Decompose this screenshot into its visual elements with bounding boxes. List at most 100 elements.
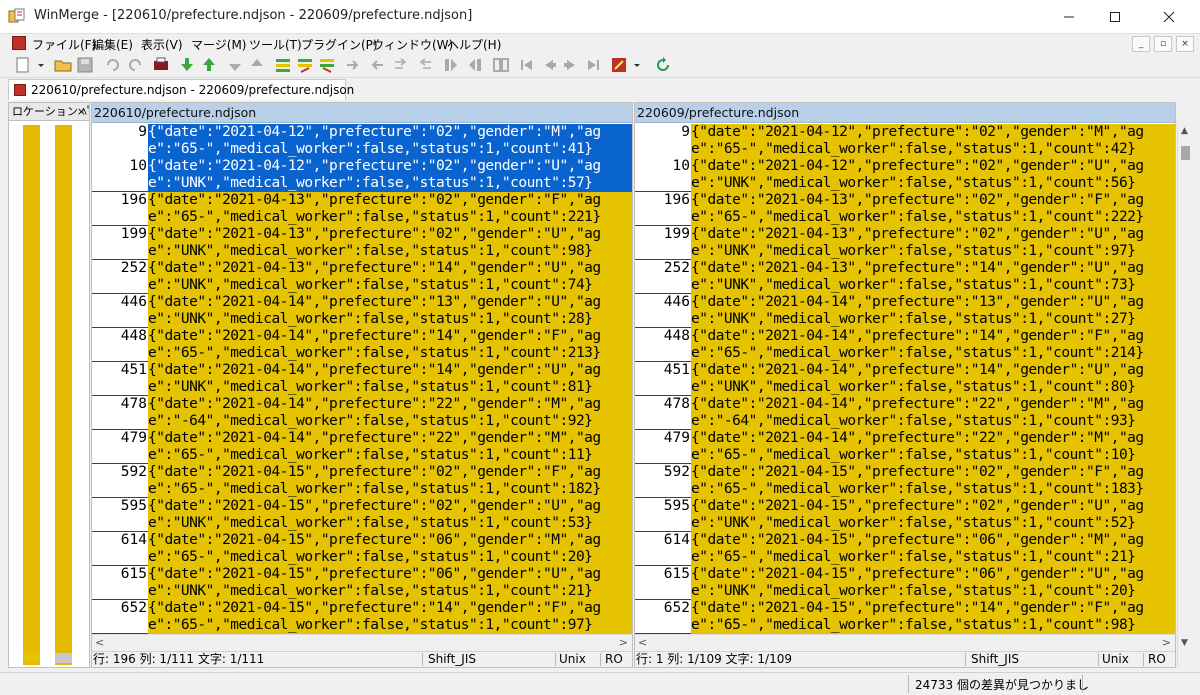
line-text-continuation[interactable]: e":"65-","medical_worker":false,"status"… [148,481,632,498]
diff-line[interactable]: 451 {"date":"2021-04-14","prefecture":"14… [635,362,1175,379]
minimize-button[interactable] [1046,0,1092,34]
scroll-right-arrow-icon[interactable]: > [619,636,628,649]
line-text-continuation[interactable]: e":"65-","medical_worker":false,"status"… [148,617,632,634]
line-text-continuation[interactable]: e":"UNK","medical_worker":false,"status"… [148,311,632,328]
tab-document[interactable]: 220610/prefecture.ndjson - 220609/prefec… [8,79,354,100]
first-icon[interactable] [518,56,536,74]
prev-icon[interactable] [540,56,558,74]
diff-line[interactable]: 592 {"date":"2021-04-15","prefecture":"02… [635,464,1175,481]
scroll-left-arrow-icon[interactable]: < [638,636,647,649]
scroll-left-arrow-icon[interactable]: < [95,636,104,649]
first-diff-icon[interactable] [226,56,244,74]
line-text[interactable]: {"date":"2021-04-15","prefecture":"02","… [691,464,1175,481]
copy-left-icon[interactable] [296,56,314,74]
line-text[interactable]: {"date":"2021-04-15","prefecture":"06","… [148,566,632,583]
line-text[interactable]: {"date":"2021-04-14","prefecture":"14","… [691,362,1175,379]
close-button[interactable] [1138,0,1200,34]
line-text[interactable]: {"date":"2021-04-14","prefecture":"22","… [148,396,632,413]
menu-help[interactable]: ヘルプ(H) [447,36,501,53]
diff-line[interactable]: 478 {"date":"2021-04-14","prefecture":"22… [635,396,1175,413]
menu-window[interactable]: ウィンドウ(W) [372,36,453,53]
mdi-minimize-button[interactable]: _ [1132,36,1150,52]
location-pane[interactable]: ロケーション ﾍﾟｲﾝ × [8,102,90,668]
diff-line-wrap[interactable]: e":"UNK","medical_worker":false,"status"… [92,311,632,328]
line-text-continuation[interactable]: e":"65-","medical_worker":false,"status"… [691,345,1175,362]
line-text-continuation[interactable]: e":"65-","medical_worker":false,"status"… [691,617,1175,634]
line-text-continuation[interactable]: e":"UNK","medical_worker":false,"status"… [148,175,632,192]
diff-line[interactable]: 446 {"date":"2021-04-14","prefecture":"13… [92,294,632,311]
line-text-continuation[interactable]: e":"UNK","medical_worker":false,"status"… [148,243,632,260]
diff-line[interactable]: 451 {"date":"2021-04-14","prefecture":"14… [92,362,632,379]
diff-line[interactable]: 196 {"date":"2021-04-13","prefecture":"02… [92,192,632,209]
line-text-continuation[interactable]: e":"UNK","medical_worker":false,"status"… [148,379,632,396]
line-text[interactable]: {"date":"2021-04-13","prefecture":"02","… [691,192,1175,209]
menu-tools[interactable]: ツール(T) [249,36,302,53]
diff-line-wrap[interactable]: e":"65-","medical_worker":false,"status"… [635,617,1175,634]
all-right-icon[interactable] [442,56,460,74]
last-diff-icon[interactable] [248,56,266,74]
next-icon[interactable] [562,56,580,74]
line-text[interactable]: {"date":"2021-04-12","prefecture":"02","… [148,158,632,175]
line-text-continuation[interactable]: e":"65-","medical_worker":false,"status"… [148,209,632,226]
current-diff-icon[interactable] [274,56,292,74]
menu-edit[interactable]: 編集(E) [92,36,133,53]
diff-line-wrap[interactable]: e":"-64","medical_worker":false,"status"… [92,413,632,430]
copy-right-icon[interactable] [318,56,336,74]
diff-line-wrap[interactable]: e":"65-","medical_worker":false,"status"… [635,345,1175,362]
line-text-continuation[interactable]: e":"UNK","medical_worker":false,"status"… [691,243,1175,260]
menu-plugins[interactable]: プラグイン(P) [301,36,378,53]
line-text[interactable]: {"date":"2021-04-13","prefecture":"14","… [691,260,1175,277]
line-text[interactable]: {"date":"2021-04-15","prefecture":"14","… [691,600,1175,617]
line-text-continuation[interactable]: e":"UNK","medical_worker":false,"status"… [148,515,632,532]
diff-line[interactable]: 614 {"date":"2021-04-15","prefecture":"06… [635,532,1175,549]
diff-line[interactable]: 615 {"date":"2021-04-15","prefecture":"06… [92,566,632,583]
diff-line-wrap[interactable]: e":"65-","medical_worker":false,"status"… [635,447,1175,464]
line-text-continuation[interactable]: e":"UNK","medical_worker":false,"status"… [691,175,1175,192]
diff-line-wrap[interactable]: e":"65-","medical_worker":false,"status"… [92,209,632,226]
mdi-restore-button[interactable]: ▫ [1154,36,1172,52]
line-text[interactable]: {"date":"2021-04-15","prefecture":"14","… [148,600,632,617]
line-text-continuation[interactable]: e":"UNK","medical_worker":false,"status"… [691,311,1175,328]
diff-line-wrap[interactable]: e":"65-","medical_worker":false,"status"… [635,481,1175,498]
maximize-button[interactable] [1092,0,1138,34]
diff-line-wrap[interactable]: e":"UNK","medical_worker":false,"status"… [635,583,1175,600]
merge-left-icon[interactable] [368,56,386,74]
diff-line-wrap[interactable]: e":"UNK","medical_worker":false,"status"… [635,311,1175,328]
last-icon[interactable] [584,56,602,74]
menu-merge[interactable]: マージ(M) [191,36,246,53]
winmerge-app-icon[interactable] [8,8,26,24]
diff-line[interactable]: 615 {"date":"2021-04-15","prefecture":"06… [635,566,1175,583]
diff-line-wrap[interactable]: e":"65-","medical_worker":false,"status"… [92,447,632,464]
line-text[interactable]: {"date":"2021-04-13","prefecture":"14","… [148,260,632,277]
line-text-continuation[interactable]: e":"65-","medical_worker":false,"status"… [691,447,1175,464]
merge-left-advance-icon[interactable] [416,56,434,74]
menu-view[interactable]: 表示(V) [141,36,183,53]
line-text-continuation[interactable]: e":"UNK","medical_worker":false,"status"… [148,277,632,294]
prev-diff-icon[interactable] [200,56,218,74]
refresh-icon[interactable] [654,56,672,74]
diff-line[interactable]: 479 {"date":"2021-04-14","prefecture":"22… [92,430,632,447]
diff-line[interactable]: 652 {"date":"2021-04-15","prefecture":"14… [635,600,1175,617]
diff-line-wrap[interactable]: e":"65-","medical_worker":false,"status"… [92,141,632,158]
diff-line[interactable]: 252 {"date":"2021-04-13","prefecture":"14… [92,260,632,277]
line-text[interactable]: {"date":"2021-04-14","prefecture":"22","… [691,430,1175,447]
diff-line-wrap[interactable]: e":"65-","medical_worker":false,"status"… [635,549,1175,566]
scrollbar-thumb[interactable] [1181,146,1190,160]
line-text[interactable]: {"date":"2021-04-14","prefecture":"22","… [691,396,1175,413]
new-file-icon[interactable] [14,56,32,74]
diff-line[interactable]: 479 {"date":"2021-04-14","prefecture":"22… [635,430,1175,447]
line-text[interactable]: {"date":"2021-04-12","prefecture":"02","… [691,158,1175,175]
menu-file[interactable]: ファイル(F) [32,36,96,53]
line-text[interactable]: {"date":"2021-04-15","prefecture":"02","… [148,498,632,515]
next-diff-icon[interactable] [178,56,196,74]
diff-line-wrap[interactable]: e":"UNK","medical_worker":false,"status"… [635,515,1175,532]
diff-line[interactable]: 252 {"date":"2021-04-13","prefecture":"14… [635,260,1175,277]
scroll-down-arrow-icon[interactable]: ▼ [1181,638,1188,648]
location-bar-right[interactable] [55,125,72,665]
diff-line[interactable]: 9 {"date":"2021-04-12","prefecture":"02",… [92,124,632,141]
diff-line-wrap[interactable]: e":"UNK","medical_worker":false,"status"… [635,277,1175,294]
diff-line-wrap[interactable]: e":"UNK","medical_worker":false,"status"… [635,243,1175,260]
line-text-continuation[interactable]: e":"UNK","medical_worker":false,"status"… [691,277,1175,294]
diff-line-wrap[interactable]: e":"UNK","medical_worker":false,"status"… [92,243,632,260]
right-diff-lines[interactable]: 9 {"date":"2021-04-12","prefecture":"02",… [635,124,1175,634]
